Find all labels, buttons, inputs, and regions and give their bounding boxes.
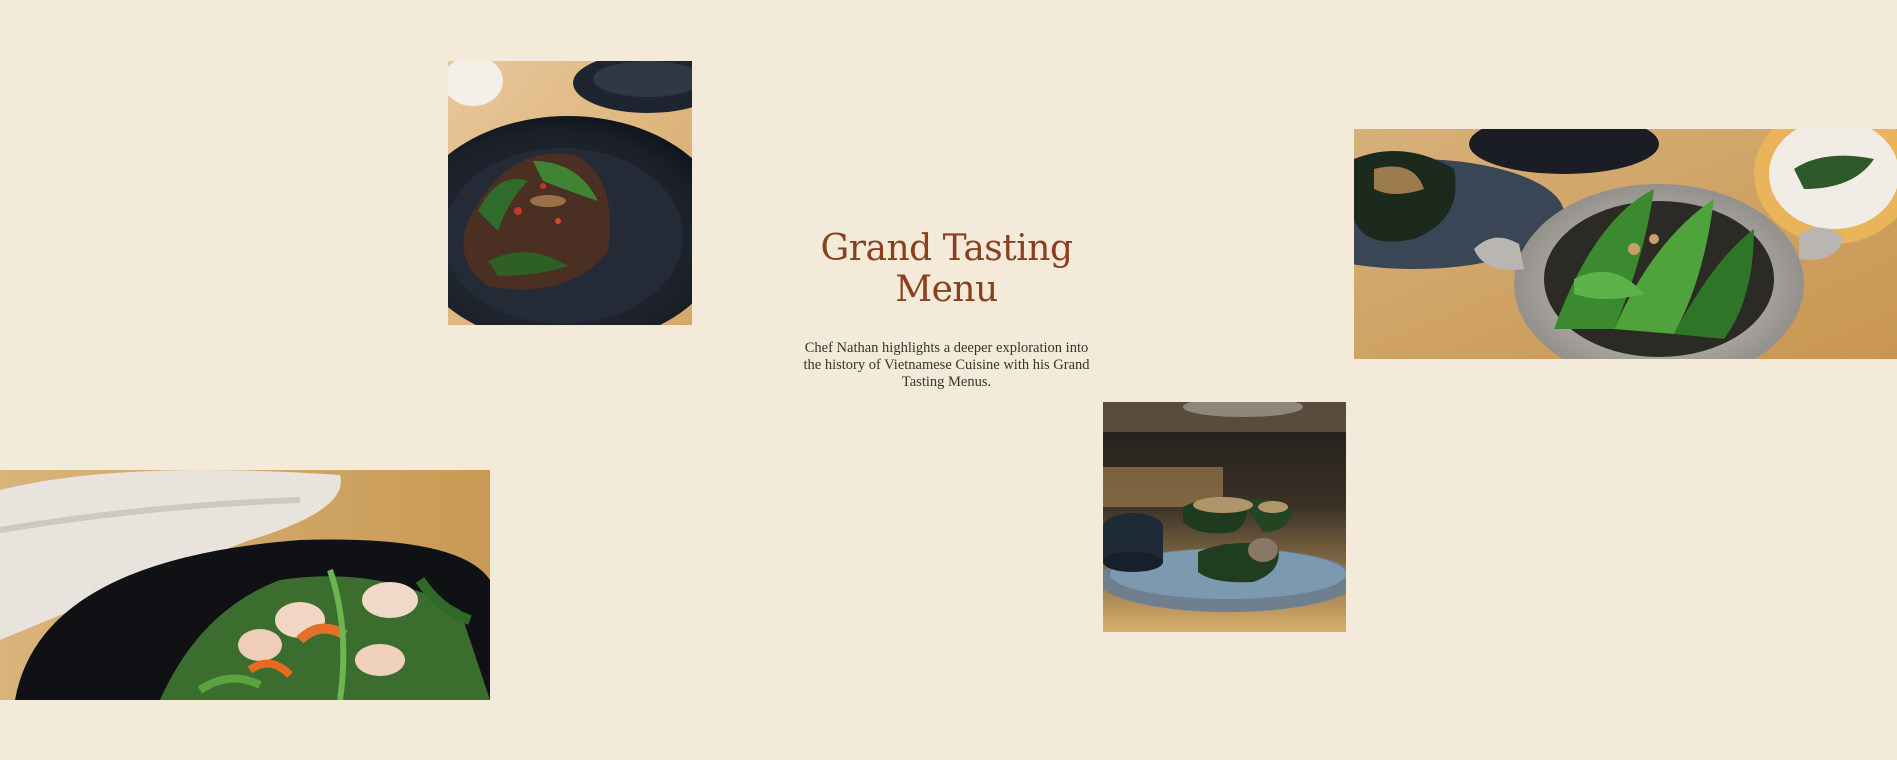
section-title: Grand Tasting Menu (820, 228, 1073, 310)
food-photo-leaf-rolls (1103, 402, 1346, 632)
food-photo-prawn-salad (0, 470, 490, 700)
food-photo-herb-salad (1354, 129, 1897, 359)
tasting-menu-intro: Grand Tasting Menu Chef Nathan highlight… (780, 228, 1113, 391)
section-description: Chef Nathan highlights a deeper explorat… (803, 340, 1090, 390)
food-photo-beef (448, 61, 692, 325)
